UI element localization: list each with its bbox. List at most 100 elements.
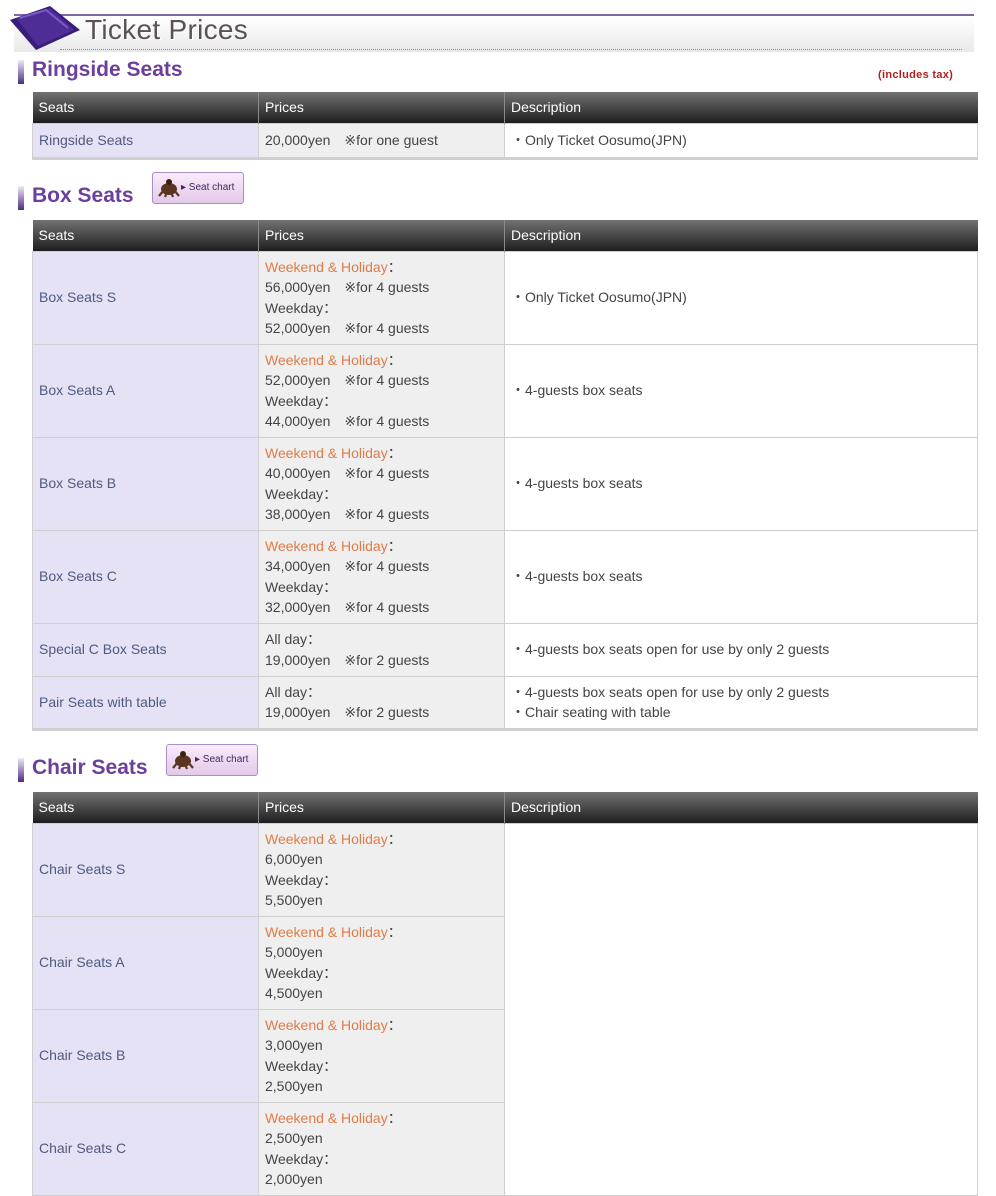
weekday-label: Weekday — [265, 1150, 324, 1167]
chair-seat-chart-button[interactable]: ▸ Seat chart — [166, 744, 258, 776]
seat-name: Pair Seats with table — [32, 675, 259, 731]
weekday-label: Weekday — [265, 871, 324, 888]
seat-chart-label: ▸ Seat chart — [181, 182, 235, 193]
sumo-wrestler-icon — [158, 179, 180, 198]
section-title: Ringside Seats — [32, 58, 183, 81]
table-row: Special C Box Seats All day： 19,000yen ※f… — [32, 622, 978, 677]
colon: ： — [323, 392, 338, 409]
description-cell: ・Only Ticket Oosumo(JPN) — [504, 250, 978, 345]
allday-label: All day — [265, 631, 308, 647]
seat-name: Box Seats B — [32, 436, 259, 531]
colon: ： — [323, 871, 338, 888]
weekend-label: Weekend & Holiday — [265, 537, 388, 554]
box-seat-chart-button[interactable]: ▸ Seat chart — [152, 172, 244, 204]
weekday-label: Weekday — [265, 578, 324, 595]
section-title: Box Seats — [32, 184, 134, 207]
description-cell: ・4-guests box seats — [504, 529, 978, 624]
column-header-prices: Prices — [258, 220, 505, 251]
weekend-price: 3,000yen — [265, 1037, 323, 1053]
price-cell: 20,000yen ※for one guest — [258, 122, 505, 160]
table-row: Box Seats A Weekend & Holiday： 52,000yen… — [32, 343, 978, 438]
guest-note: ※for 4 guests — [344, 279, 430, 295]
weekend-label: Weekend & Holiday — [265, 258, 388, 275]
table-header-row: Seats Prices Description — [32, 92, 978, 123]
table-header-row: Seats Prices Description — [32, 220, 978, 251]
description-cell: ・Only Ticket Oosumo(JPN) — [504, 122, 978, 160]
column-header-prices: Prices — [258, 92, 505, 123]
cushion-icon — [10, 6, 80, 50]
description-cell: ・4-guests box seats — [504, 436, 978, 531]
price-cell: Weekend & Holiday： 56,000yen ※for 4 guest… — [258, 250, 505, 345]
weekday-label: Weekday — [265, 392, 324, 409]
colon: ： — [323, 485, 338, 502]
colon: ： — [387, 1109, 402, 1126]
weekday-price: 5,500yen — [265, 892, 323, 908]
seat-name: Special C Box Seats — [32, 622, 259, 677]
colon: ： — [387, 537, 402, 554]
table-header-row: Seats Prices Description — [32, 792, 978, 823]
weekend-price: 56,000yen — [265, 279, 331, 295]
weekend-price: 40,000yen — [265, 465, 331, 481]
column-header-seats: Seats — [32, 220, 259, 251]
tax-note: (includes tax) — [878, 69, 954, 81]
allday-price: 19,000yen — [265, 651, 331, 668]
guest-note: ※for 4 guests — [344, 558, 430, 574]
weekday-price: 4,500yen — [265, 985, 323, 1001]
column-header-seats: Seats — [32, 792, 259, 823]
sumo-wrestler-icon — [172, 751, 194, 770]
price-cell: Weekend & Holiday： 52,000yen ※for 4 guest… — [258, 343, 505, 438]
weekend-price: 5,000yen — [265, 944, 323, 960]
table-row: Chair Seats S Weekend & Holiday： 6,000ye… — [32, 822, 978, 1196]
section-heading-chair: Chair Seats — [18, 756, 163, 784]
price-cell: Weekend & Holiday： 3,000yen Weekday： 2,5… — [258, 1008, 505, 1103]
guest-note: ※for one guest — [344, 131, 438, 148]
weekday-price: 52,000yen — [265, 320, 331, 336]
weekend-label: Weekend & Holiday — [265, 1109, 388, 1126]
colon: ： — [307, 631, 322, 647]
guest-note: ※for 4 guests — [344, 506, 430, 522]
price-cell: Weekend & Holiday： 34,000yen ※for 4 guest… — [258, 529, 505, 624]
allday-price: 19,000yen — [265, 704, 331, 720]
guest-note: ※for 4 guests — [344, 372, 430, 388]
weekday-price: 32,000yen — [265, 599, 331, 615]
weekend-price: 6,000yen — [265, 851, 323, 867]
description-cell: ・4-guests box seats open for use by only… — [504, 675, 978, 731]
colon: ： — [323, 1057, 338, 1074]
table-row: Box Seats B Weekend & Holiday： 40,000yen… — [32, 436, 978, 531]
column-header-prices: Prices — [258, 792, 505, 823]
weekday-price: 2,000yen — [265, 1171, 323, 1187]
weekend-price: 2,500yen — [265, 1130, 323, 1146]
page-title: Ticket Prices — [85, 14, 249, 45]
guest-note: ※for 4 guests — [344, 320, 430, 336]
weekday-price: 38,000yen — [265, 506, 331, 522]
price-value: 20,000yen — [265, 131, 331, 148]
guest-note: ※for 4 guests — [344, 599, 430, 615]
price-cell: All day： 19,000yen ※for 2 guests — [258, 622, 505, 677]
price-cell: Weekend & Holiday： 5,000yen Weekday： 4,5… — [258, 915, 505, 1010]
box-price-table: Seats Prices Description Box Seats S Wee… — [32, 220, 978, 731]
seat-name: Chair Seats A — [32, 915, 259, 1010]
guest-note: ※for 2 guests — [344, 704, 430, 720]
weekend-price: 52,000yen — [265, 372, 331, 388]
table-row: Pair Seats with table All day： 19,000yen… — [32, 675, 978, 731]
guest-note: ※for 2 guests — [344, 651, 430, 668]
guest-note: ※for 4 guests — [344, 413, 430, 429]
seat-name: Chair Seats B — [32, 1008, 259, 1103]
colon: ： — [323, 964, 338, 981]
colon: ： — [387, 351, 402, 368]
section-marker — [18, 60, 24, 84]
seat-name: Chair Seats C — [32, 1101, 259, 1196]
seat-name: Chair Seats S — [32, 822, 259, 917]
weekday-label: Weekday — [265, 485, 324, 502]
table-row: Box Seats C Weekend & Holiday： 34,000yen… — [32, 529, 978, 624]
colon: ： — [387, 258, 402, 275]
weekday-label: Weekday — [265, 964, 324, 981]
weekend-label: Weekend & Holiday — [265, 830, 388, 847]
column-header-description: Description — [504, 220, 978, 251]
weekend-label: Weekend & Holiday — [265, 1016, 388, 1033]
section-marker — [18, 758, 24, 782]
weekend-price: 34,000yen — [265, 558, 331, 574]
chair-price-table: Seats Prices Description Chair Seats S W… — [32, 792, 978, 1196]
column-header-description: Description — [504, 92, 978, 123]
colon: ： — [387, 830, 402, 847]
